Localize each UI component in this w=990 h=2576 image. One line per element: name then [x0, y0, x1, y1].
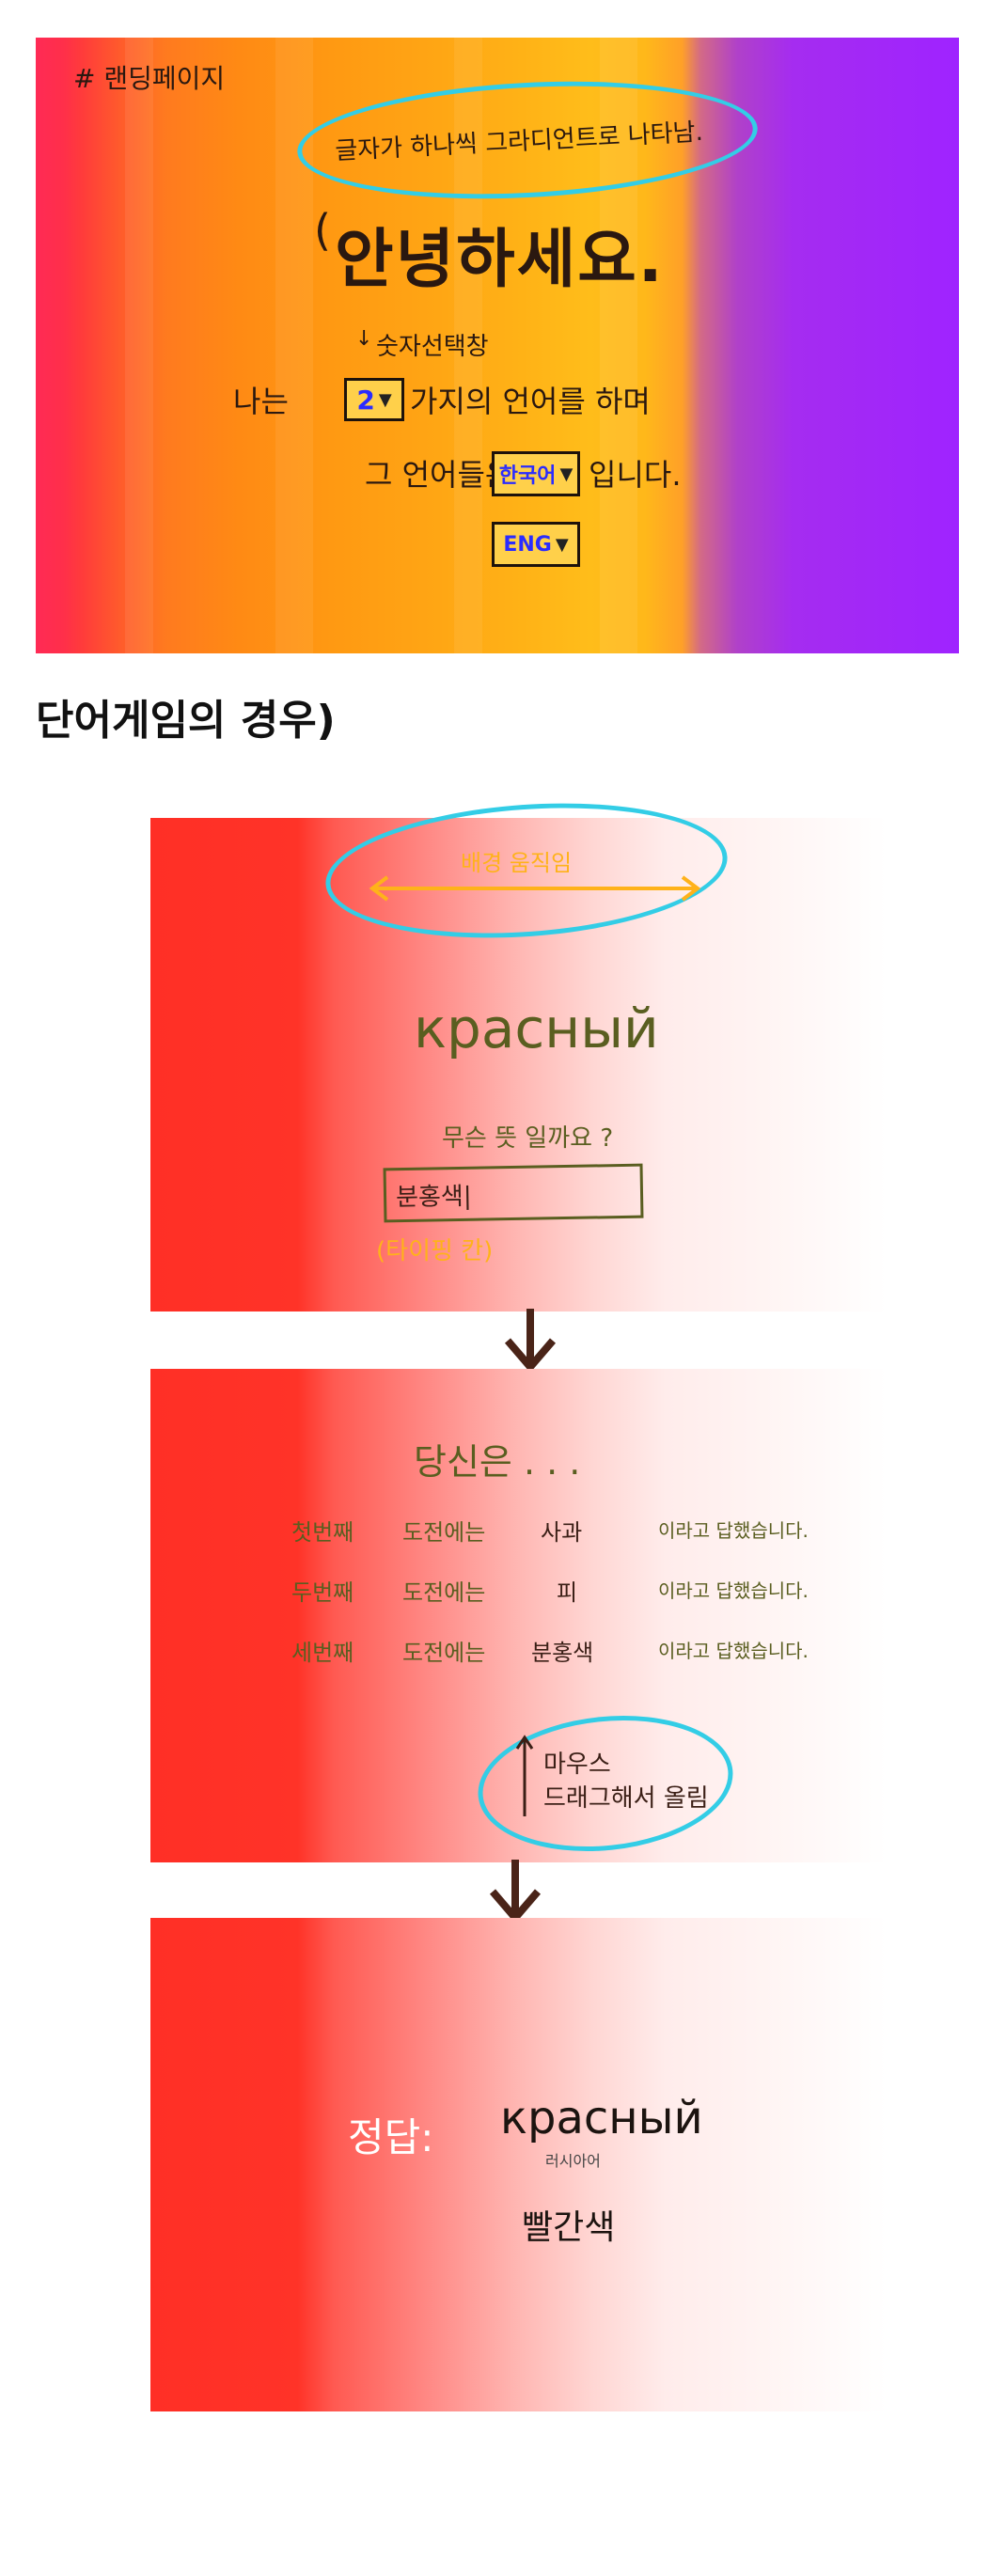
row-answer: 분홍색 [531, 1640, 594, 1666]
word-game-result-panel: 당신은 . . . 첫번째 도전에는 사과 이라고 답했습니다. 두번째 도전에… [150, 1369, 887, 1863]
row-suffix: 이라고 답했습니다. [658, 1640, 809, 1662]
answer-input-value: 분홍색| [395, 1182, 472, 1213]
count-select-value: 2 [356, 384, 375, 416]
landing-page-mockup: # 랜딩페이지 글자가 하나씩 그라디언트로 나타남. ( 안녕하세요. 숫자선… [36, 38, 959, 653]
dropdown-triangle-icon: ▼ [555, 534, 569, 555]
down-arrow-icon [489, 1860, 542, 1924]
row-suffix: 이라고 답했습니다. [658, 1579, 809, 1602]
bg-motion-note: 배경 움직임 [461, 850, 573, 876]
up-arrow-icon [515, 1735, 534, 1816]
question-word: красный [414, 997, 659, 1060]
language-select-1-value: 한국어 [498, 464, 557, 488]
answer-label: 정답: [348, 2114, 434, 2160]
row-ordinal: 첫번째 [291, 1519, 354, 1546]
section-title: 단어게임의 경우) [36, 697, 336, 745]
question-prompt: 무슨 뜻 일까요 ? [442, 1124, 614, 1153]
arrow-down-icon: ↓ [355, 327, 373, 351]
language-select-2-value: ENG [503, 532, 552, 557]
result-row: 두번째 도전에는 피 이라고 답했습니다. [291, 1574, 856, 1611]
row-ordinal: 두번째 [291, 1579, 354, 1606]
line1-suffix: 가지의 언어를 하며 [410, 384, 651, 419]
input-note: (타이핑 칸) [376, 1237, 494, 1265]
result-heading: 당신은 . . . [414, 1441, 581, 1483]
row-ordinal: 세번째 [291, 1640, 354, 1666]
row-answer: 사과 [541, 1519, 583, 1546]
answer-meaning: 빨간색 [522, 2208, 616, 2247]
row-challenge: 도전에는 [402, 1519, 486, 1546]
word-game-question-panel: 배경 움직임 красный 무슨 뜻 일까요 ? 분홍색| (타이핑 칸) [150, 791, 887, 1312]
landing-tag: # 랜딩페이지 [73, 63, 226, 94]
line1-prefix: 나는 [233, 384, 289, 419]
language-select-1[interactable]: 한국어 ▼ [492, 451, 580, 496]
count-select[interactable]: 2 ▼ [344, 378, 404, 421]
answer-word: красный [500, 2092, 703, 2144]
drag-note-line2: 드래그해서 올림 [543, 1784, 709, 1813]
row-challenge: 도전에는 [402, 1579, 486, 1606]
bracket-mark: ( [314, 205, 331, 256]
greeting-heading: 안녕하세요. [335, 223, 665, 297]
result-row: 첫번째 도전에는 사과 이라고 답했습니다. [291, 1514, 856, 1551]
dropdown-triangle-icon: ▼ [378, 389, 392, 410]
drag-note-line1: 마우스 [543, 1751, 611, 1779]
language-select-2[interactable]: ENG ▼ [492, 522, 580, 567]
line2-suffix: 입니다. [589, 457, 682, 493]
line2-prefix: 그 언어들은 [365, 457, 513, 493]
down-arrow-icon [504, 1309, 557, 1374]
row-answer: 피 [557, 1579, 578, 1606]
word-game-answer-panel: 정답: красный 러시아어 빨간색 [150, 1918, 887, 2411]
row-challenge: 도전에는 [402, 1640, 486, 1666]
answer-language: 러시아어 [545, 2152, 601, 2170]
dropdown-triangle-icon: ▼ [559, 463, 574, 484]
double-arrow-icon [369, 875, 701, 902]
row-suffix: 이라고 답했습니다. [658, 1519, 809, 1542]
select-note: 숫자선택창 [376, 333, 489, 361]
result-row: 세번째 도전에는 분홍색 이라고 답했습니다. [291, 1634, 856, 1672]
answer-input[interactable]: 분홍색| [383, 1163, 644, 1223]
